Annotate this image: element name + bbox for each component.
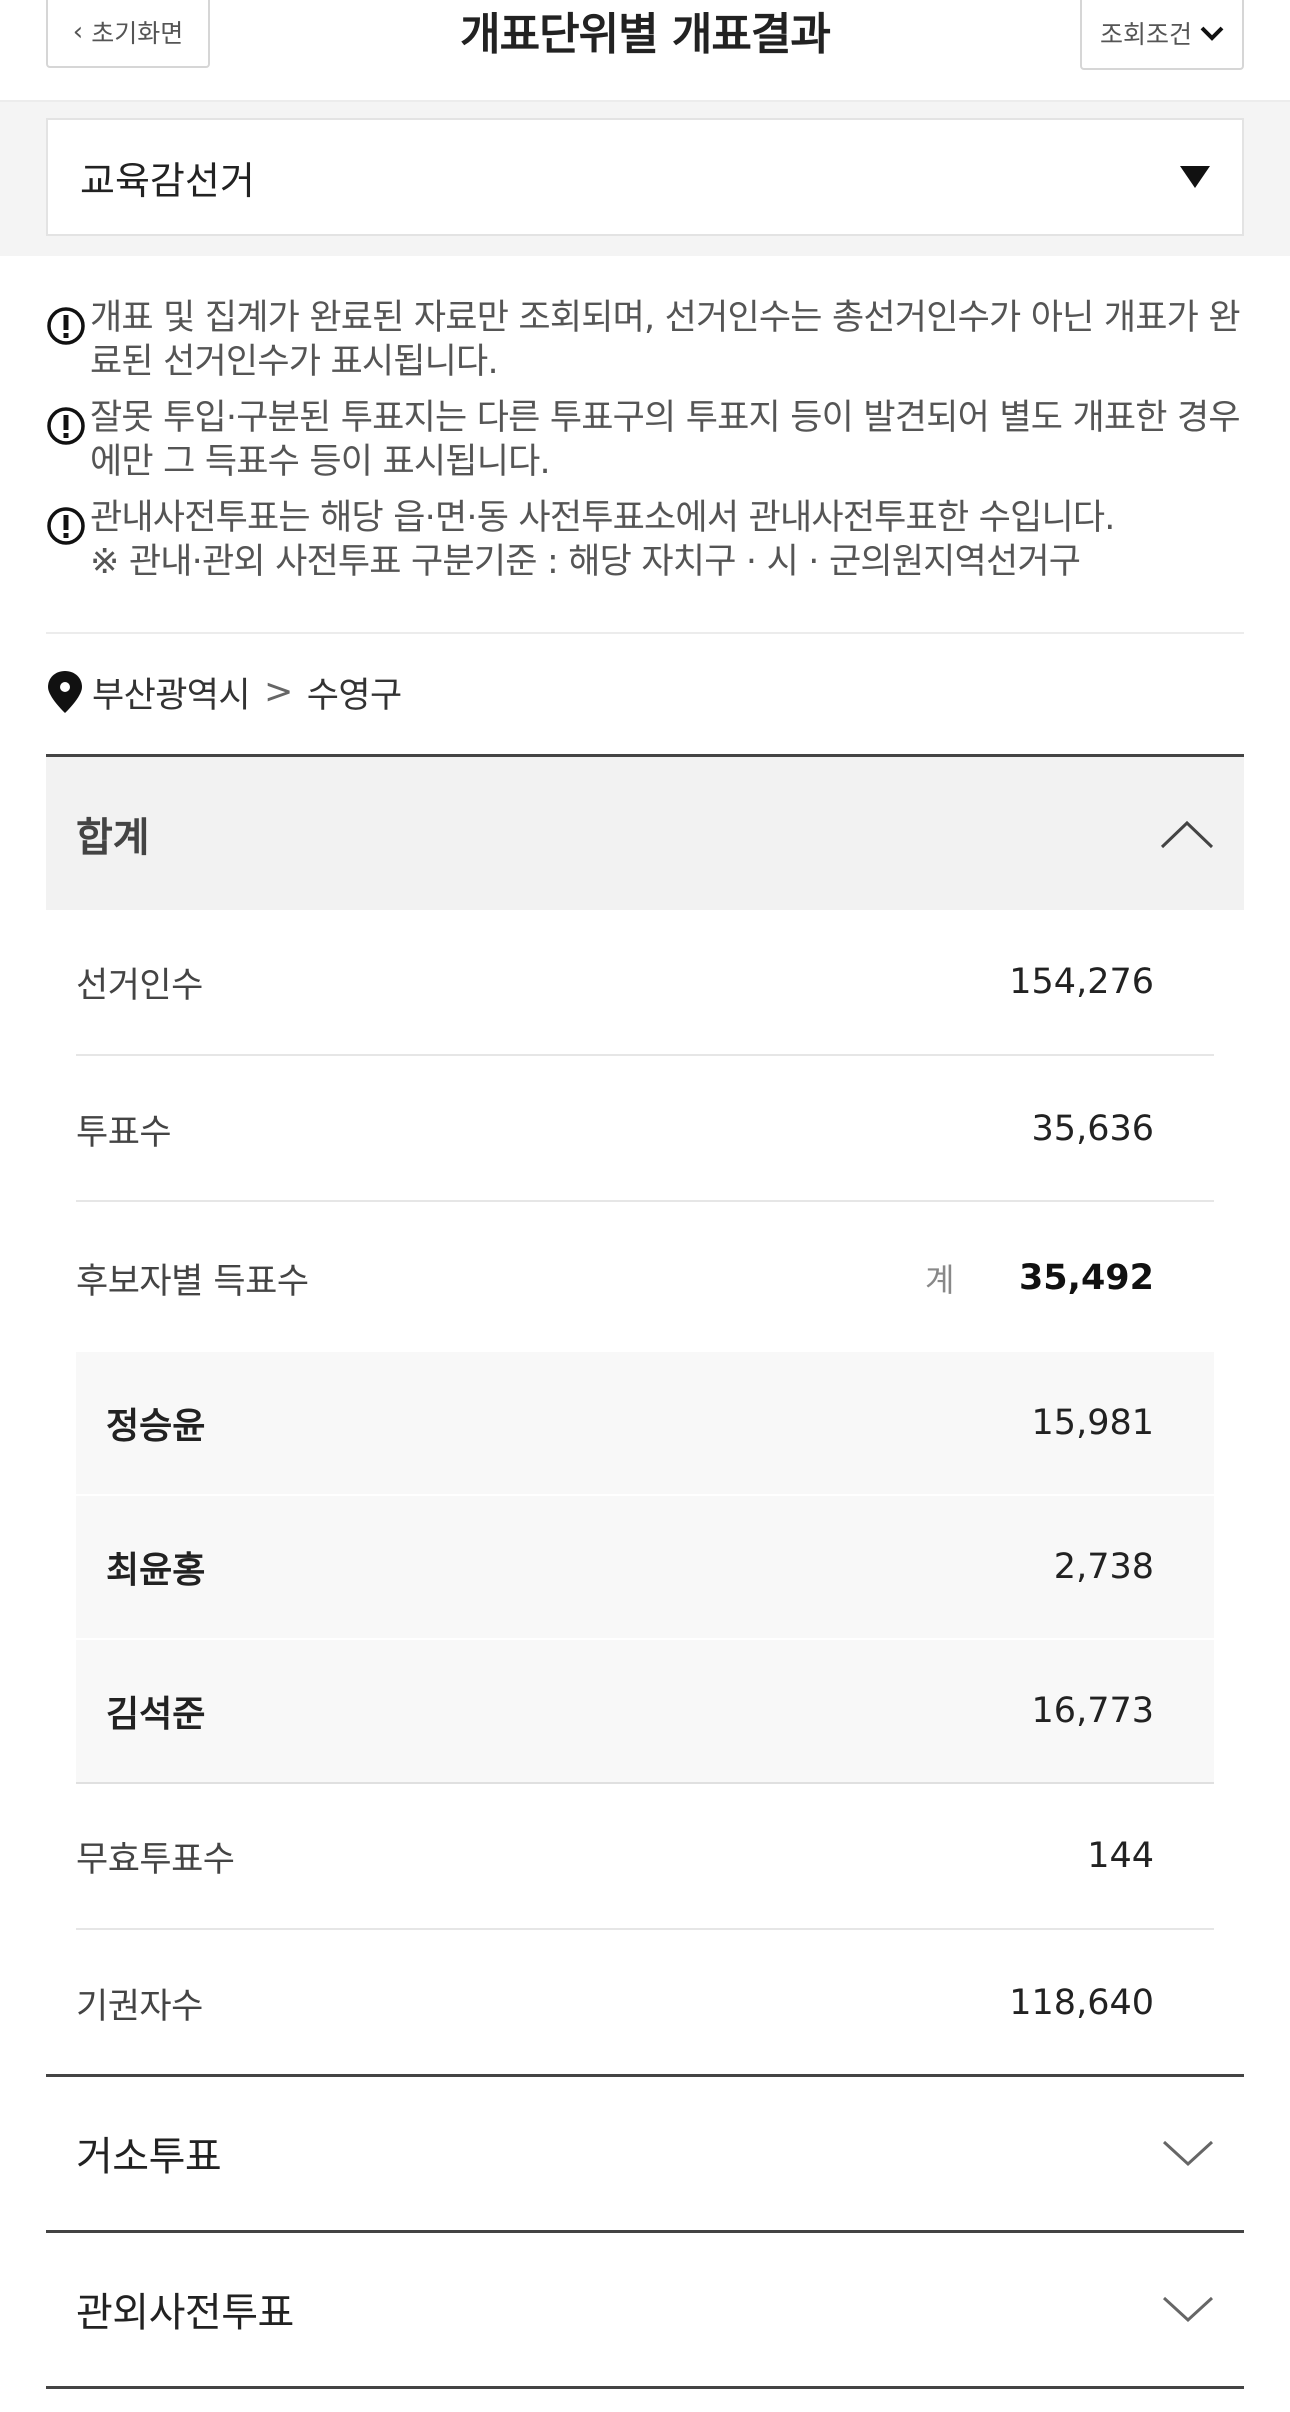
candidate-name: 정승윤: [106, 1406, 206, 1447]
caret-down-icon: [1180, 166, 1210, 188]
invalid-votes-row: 무효투표수 144: [76, 1784, 1214, 1930]
chevron-up-icon: [1160, 820, 1214, 848]
candidate-row: 정승윤 15,981: [76, 1352, 1214, 1496]
election-select-band: 교육감선거: [0, 102, 1290, 256]
sum-label: 계: [925, 1261, 954, 1299]
candidate-votes-label: 후보자별 득표수: [76, 1261, 309, 1302]
top-header: ‹ 초기화면 개표단위별 개표결과 조회조건: [0, 0, 1290, 102]
notice-item: 개표 및 집계가 완료된 자료만 조회되며, 선거인수는 총선거인수가 아닌 개…: [46, 296, 1244, 384]
map-pin-icon: [48, 671, 82, 713]
breadcrumb-region[interactable]: 부산광역시: [92, 667, 251, 718]
candidate-name: 최윤홍: [106, 1550, 206, 1591]
votes-value: 35,636: [1031, 1109, 1154, 1149]
total-section-title: 합계: [76, 814, 150, 861]
exclamation-circle-icon: [47, 507, 85, 545]
breadcrumb-district[interactable]: 수영구: [307, 667, 402, 718]
divider: [46, 2386, 1244, 2389]
section-title: 거소투표: [76, 2133, 222, 2180]
chevron-down-icon: [1162, 2140, 1214, 2166]
voters-label: 선거인수: [76, 965, 203, 1006]
abstain-label: 기권자수: [76, 1986, 203, 2027]
out-of-district-early-vote-accordion[interactable]: 관외사전투표: [46, 2230, 1244, 2384]
sum-value: 35,492: [1018, 1258, 1154, 1298]
notice-list: 개표 및 집계가 완료된 자료만 조회되며, 선거인수는 총선거인수가 아닌 개…: [46, 296, 1244, 596]
votes-row: 투표수 35,636: [76, 1058, 1214, 1202]
candidate-row: 김석준 16,773: [76, 1640, 1214, 1784]
breadcrumb-separator: >: [264, 672, 293, 712]
breadcrumb: 부산광역시 > 수영구: [46, 662, 402, 722]
voters-row: 선거인수 154,276: [76, 910, 1214, 1056]
candidate-votes: 2,738: [1053, 1547, 1154, 1587]
notice-text: 개표 및 집계가 완료된 자료만 조회되며, 선거인수는 총선거인수가 아닌 개…: [90, 298, 1241, 382]
abstain-row: 기권자수 118,640: [76, 1932, 1214, 2074]
election-type-select[interactable]: 교육감선거: [46, 118, 1244, 236]
candidate-row: 최윤홍 2,738: [76, 1496, 1214, 1640]
abstain-value: 118,640: [1009, 1983, 1154, 2023]
search-condition-button[interactable]: 조회조건: [1080, 0, 1244, 70]
total-accordion-header[interactable]: 합계: [46, 754, 1244, 910]
absentee-vote-accordion[interactable]: 거소투표: [46, 2074, 1244, 2228]
exclamation-circle-icon: [47, 407, 85, 445]
notice-item: 관내사전투표는 해당 읍·면·동 사전투표소에서 관내사전투표한 수입니다. ※…: [46, 496, 1244, 584]
section-title: 관외사전투표: [76, 2289, 294, 2336]
notice-text: 관내사전투표는 해당 읍·면·동 사전투표소에서 관내사전투표한 수입니다. ※…: [90, 498, 1115, 582]
voters-value: 154,276: [1009, 962, 1154, 1002]
notice-item: 잘못 투입·구분된 투표지는 다른 투표구의 투표지 등이 발견되어 별도 개표…: [46, 396, 1244, 484]
candidate-votes: 15,981: [1031, 1403, 1154, 1443]
notice-text: 잘못 투입·구분된 투표지는 다른 투표구의 투표지 등이 발견되어 별도 개표…: [90, 398, 1241, 482]
condition-button-label: 조회조건: [1099, 20, 1192, 49]
votes-label: 투표수: [76, 1112, 172, 1153]
candidate-votes-row: 후보자별 득표수 계 35,492: [76, 1204, 1214, 1352]
divider: [46, 632, 1244, 634]
invalid-votes-value: 144: [1087, 1836, 1154, 1876]
election-type-value: 교육감선거: [80, 158, 255, 203]
candidate-name: 김석준: [106, 1694, 206, 1735]
exclamation-circle-icon: [47, 307, 85, 345]
chevron-down-icon: [1162, 2296, 1214, 2322]
candidate-votes: 16,773: [1031, 1691, 1154, 1731]
chevron-down-icon: [1200, 26, 1224, 41]
invalid-votes-label: 무효투표수: [76, 1839, 235, 1880]
candidate-list: 정승윤 15,981 최윤홍 2,738 김석준 16,773: [76, 1352, 1214, 1784]
